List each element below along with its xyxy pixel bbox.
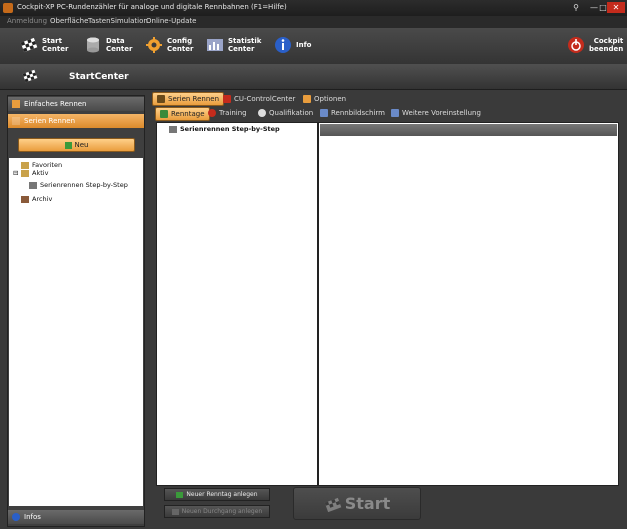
renntage-list: Serienrennen Step-by-Step	[156, 122, 318, 486]
data-center-label: Data Center	[106, 37, 133, 53]
cockpit-beenden-label: Cockpit beenden	[589, 37, 624, 53]
start-button[interactable]: Start	[293, 487, 421, 520]
gear-icon	[146, 37, 162, 53]
new-button-label: Neu	[74, 141, 89, 149]
info-label: Info	[296, 41, 312, 49]
info-icon	[12, 513, 20, 521]
series-tree: Favoriten ⊟ Aktiv Serienrennen Step-by-S…	[9, 158, 143, 506]
tree-node-archiv[interactable]: Archiv	[21, 195, 52, 203]
statistik-center-label: Statistik Center	[228, 37, 262, 53]
list-item[interactable]: Serienrennen Step-by-Step	[169, 125, 280, 133]
start-center-label: Start Center	[42, 37, 69, 53]
tree-label: Serienrennen Step-by-Step	[40, 181, 128, 189]
details-panel	[318, 122, 619, 486]
close-button[interactable]: ✕	[607, 2, 625, 13]
tab-training[interactable]: Training	[208, 107, 247, 119]
menu-bar: Anmeldung Oberfläche TastenSimulation On…	[0, 16, 627, 28]
section-title: StartCenter	[69, 72, 129, 82]
statistics-icon	[207, 39, 223, 51]
tab-qualifikation[interactable]: Qualifikation	[258, 107, 313, 119]
list-item-label: Serienrennen Step-by-Step	[180, 125, 280, 133]
flag-icon	[157, 95, 165, 103]
plus-icon	[64, 141, 72, 149]
menu-online-update[interactable]: Online-Update	[146, 17, 196, 25]
tree-label: Archiv	[32, 195, 53, 203]
tree-node-favoriten[interactable]: Favoriten	[21, 161, 62, 169]
tab-label: Renntage	[171, 110, 205, 118]
main-toolbar: Start Center Data Center Config Center S…	[0, 28, 627, 65]
info-button[interactable]: Info	[274, 34, 314, 58]
archive-icon	[21, 195, 29, 203]
tab-optionen[interactable]: Optionen	[303, 93, 346, 105]
tab-label: Training	[219, 109, 247, 117]
details-header	[320, 124, 617, 136]
new-button[interactable]: Neu	[18, 138, 135, 152]
tab-cu-controlcenter[interactable]: CU-ControlCenter	[223, 93, 295, 105]
training-icon	[208, 109, 216, 117]
info-icon	[275, 37, 291, 53]
section-header: StartCenter	[0, 64, 627, 90]
flag-icon	[169, 125, 177, 133]
database-icon	[87, 37, 99, 53]
monitor-icon	[320, 109, 328, 117]
cu-icon	[223, 95, 231, 103]
window-title: Cockpit-XP PC-Rundenzähler für analoge u…	[17, 3, 287, 11]
accordion-label: Einfaches Rennen	[24, 100, 87, 108]
bottom-bar: Neuer Renntag anlegen Neuen Durchgang an…	[156, 486, 618, 522]
tree-label: Favoriten	[32, 161, 63, 169]
tab-label: CU-ControlCenter	[234, 95, 296, 103]
stopwatch-icon	[258, 109, 266, 117]
button-label: Neuer Renntag anlegen	[186, 491, 258, 498]
flag-icon	[29, 181, 37, 189]
accordion-serien-rennen[interactable]: Serien Rennen	[8, 114, 144, 128]
start-label: Start	[344, 494, 391, 513]
tab-label: Rennbildschirm	[331, 109, 385, 117]
tab-label: Serien Rennen	[168, 95, 220, 103]
tab-label: Qualifikation	[269, 109, 314, 117]
tree-node-serienrennen[interactable]: Serienrennen Step-by-Step	[29, 181, 128, 189]
folder-icon	[21, 169, 29, 177]
menu-tastensimulation[interactable]: TastenSimulation	[88, 17, 148, 25]
settings-icon	[391, 109, 399, 117]
infos-bar[interactable]: Infos	[8, 510, 144, 524]
tab-serien-rennen[interactable]: Serien Rennen	[152, 92, 225, 106]
accordion-label: Serien Rennen	[24, 117, 76, 125]
new-raceday-button[interactable]: Neuer Renntag anlegen	[164, 488, 270, 501]
tab-weitere-voreinstellung[interactable]: Weitere Voreinstellung	[391, 107, 481, 119]
data-center-button[interactable]: Data Center	[84, 34, 134, 58]
racing-flag-icon	[22, 69, 38, 83]
statistik-center-button[interactable]: Statistik Center	[206, 34, 261, 58]
tab-label: Optionen	[314, 95, 347, 103]
tab-rennbildschirm[interactable]: Rennbildschirm	[320, 107, 385, 119]
tab-renntage[interactable]: Renntage	[155, 107, 210, 121]
accordion-einfaches-rennen[interactable]: Einfaches Rennen	[8, 97, 144, 111]
power-icon	[568, 37, 584, 53]
title-bar: Cockpit-XP PC-Rundenzähler für analoge u…	[0, 0, 627, 16]
left-panel: Einfaches Rennen Serien Rennen Neu Favor…	[7, 95, 145, 527]
tree-label: Aktiv	[32, 169, 49, 177]
config-center-label: Config Center	[167, 37, 194, 53]
flag-icon	[12, 100, 20, 108]
racing-flag-icon	[324, 497, 342, 512]
new-run-button[interactable]: Neuen Durchgang anlegen	[164, 505, 270, 518]
app-icon	[3, 3, 13, 13]
start-center-button[interactable]: Start Center	[20, 34, 70, 58]
tools-icon	[303, 95, 311, 103]
tree-expander[interactable]: ⊟	[13, 169, 18, 177]
tab-label: Weitere Voreinstellung	[402, 109, 481, 117]
search-icon[interactable]: ⚲	[569, 2, 583, 13]
flag-icon	[12, 117, 20, 125]
button-label: Neuen Durchgang anlegen	[181, 508, 263, 515]
menu-anmeldung[interactable]: Anmeldung	[7, 17, 47, 25]
run-add-icon	[171, 508, 179, 515]
folder-icon	[21, 161, 29, 169]
config-center-button[interactable]: Config Center	[145, 34, 195, 58]
calendar-icon	[160, 110, 168, 118]
tree-node-aktiv[interactable]: Aktiv	[21, 169, 48, 177]
infos-label: Infos	[24, 513, 41, 521]
cockpit-beenden-button[interactable]: Cockpit beenden	[567, 34, 623, 58]
calendar-add-icon	[176, 491, 184, 498]
racing-flag-icon	[20, 37, 38, 53]
menu-oberflaeche[interactable]: Oberfläche	[50, 17, 88, 25]
